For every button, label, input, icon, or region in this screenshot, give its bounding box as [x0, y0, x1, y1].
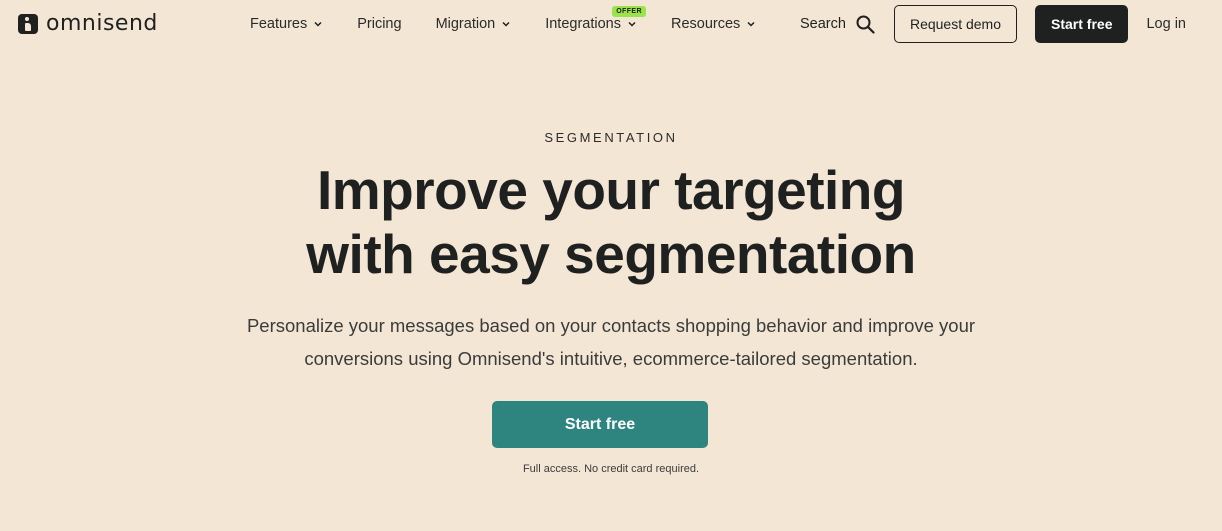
nav-item-label: Migration: [435, 16, 496, 32]
nav-item-migration[interactable]: Migration: [436, 16, 512, 32]
brand-logo[interactable]: omnisend: [18, 11, 158, 36]
nav-item-resources[interactable]: Resources: [671, 16, 756, 32]
nav-item-pricing[interactable]: Pricing: [357, 16, 401, 32]
nav-item-label: Integrations: [545, 16, 621, 32]
nav-item-label: Resources: [670, 16, 741, 32]
chevron-down-icon: [502, 21, 510, 27]
omnisend-logo-icon: [18, 13, 38, 34]
nav-item-label: Pricing: [357, 16, 402, 32]
nav-item-integrations[interactable]: OFFER Integrations: [545, 6, 646, 32]
header-start-free-button[interactable]: Start free: [1035, 5, 1129, 43]
offer-badge: OFFER: [612, 6, 646, 17]
chevron-down-icon: [314, 21, 322, 27]
chevron-down-icon: [628, 21, 636, 27]
hero-headline: Improve your targeting with easy segment…: [0, 158, 1222, 286]
brand-name: omnisend: [46, 11, 158, 36]
chevron-down-icon: [747, 21, 755, 27]
search-label: Search: [800, 16, 846, 32]
request-demo-button[interactable]: Request demo: [893, 5, 1018, 43]
search-button[interactable]: Search: [800, 15, 875, 34]
section-eyebrow: SEGMENTATION: [544, 130, 678, 145]
headline-line-2: with easy segmentation: [306, 223, 916, 285]
top-navigation: omnisend Features Pricing Migration OFFE…: [0, 0, 1222, 48]
subtitle-line-2: conversions using Omnisend's intuitive, …: [304, 348, 918, 369]
hero-start-free-button[interactable]: Start free: [492, 401, 708, 448]
nav-item-features[interactable]: Features: [250, 16, 323, 32]
headline-line-1: Improve your targeting: [317, 159, 905, 221]
login-link[interactable]: Log in: [1146, 16, 1186, 32]
cta-note: Full access. No credit card required.: [522, 463, 700, 475]
hero-subtitle: Personalize your messages based on your …: [0, 309, 1222, 375]
subtitle-line-1: Personalize your messages based on your …: [246, 315, 976, 336]
search-icon: [856, 15, 875, 34]
header-actions: Search Request demo Start free Log in: [800, 0, 1222, 48]
main-nav: Features Pricing Migration OFFER Integra…: [250, 0, 790, 48]
nav-item-label: Features: [250, 16, 308, 32]
